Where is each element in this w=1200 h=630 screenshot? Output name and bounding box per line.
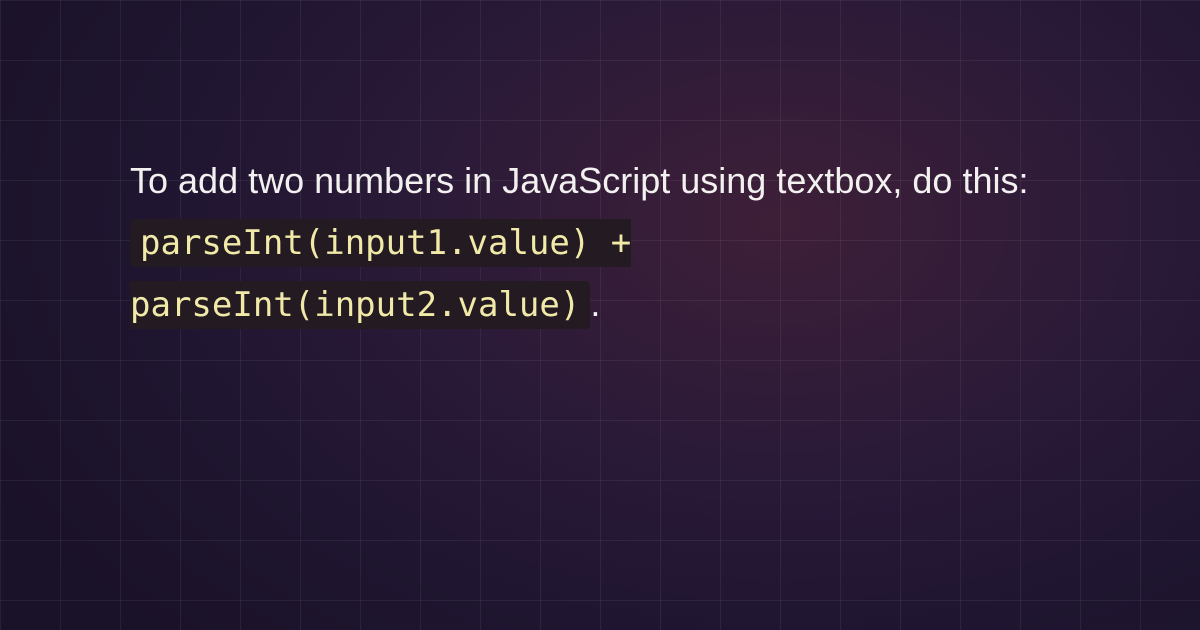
closing-period: . bbox=[590, 283, 600, 324]
content-block: To add two numbers in JavaScript using t… bbox=[0, 0, 1200, 335]
code-snippet: parseInt(input1.value) + parseInt(input2… bbox=[130, 219, 631, 329]
intro-text: To add two numbers in JavaScript using t… bbox=[130, 160, 1028, 201]
description-paragraph: To add two numbers in JavaScript using t… bbox=[130, 150, 1070, 335]
